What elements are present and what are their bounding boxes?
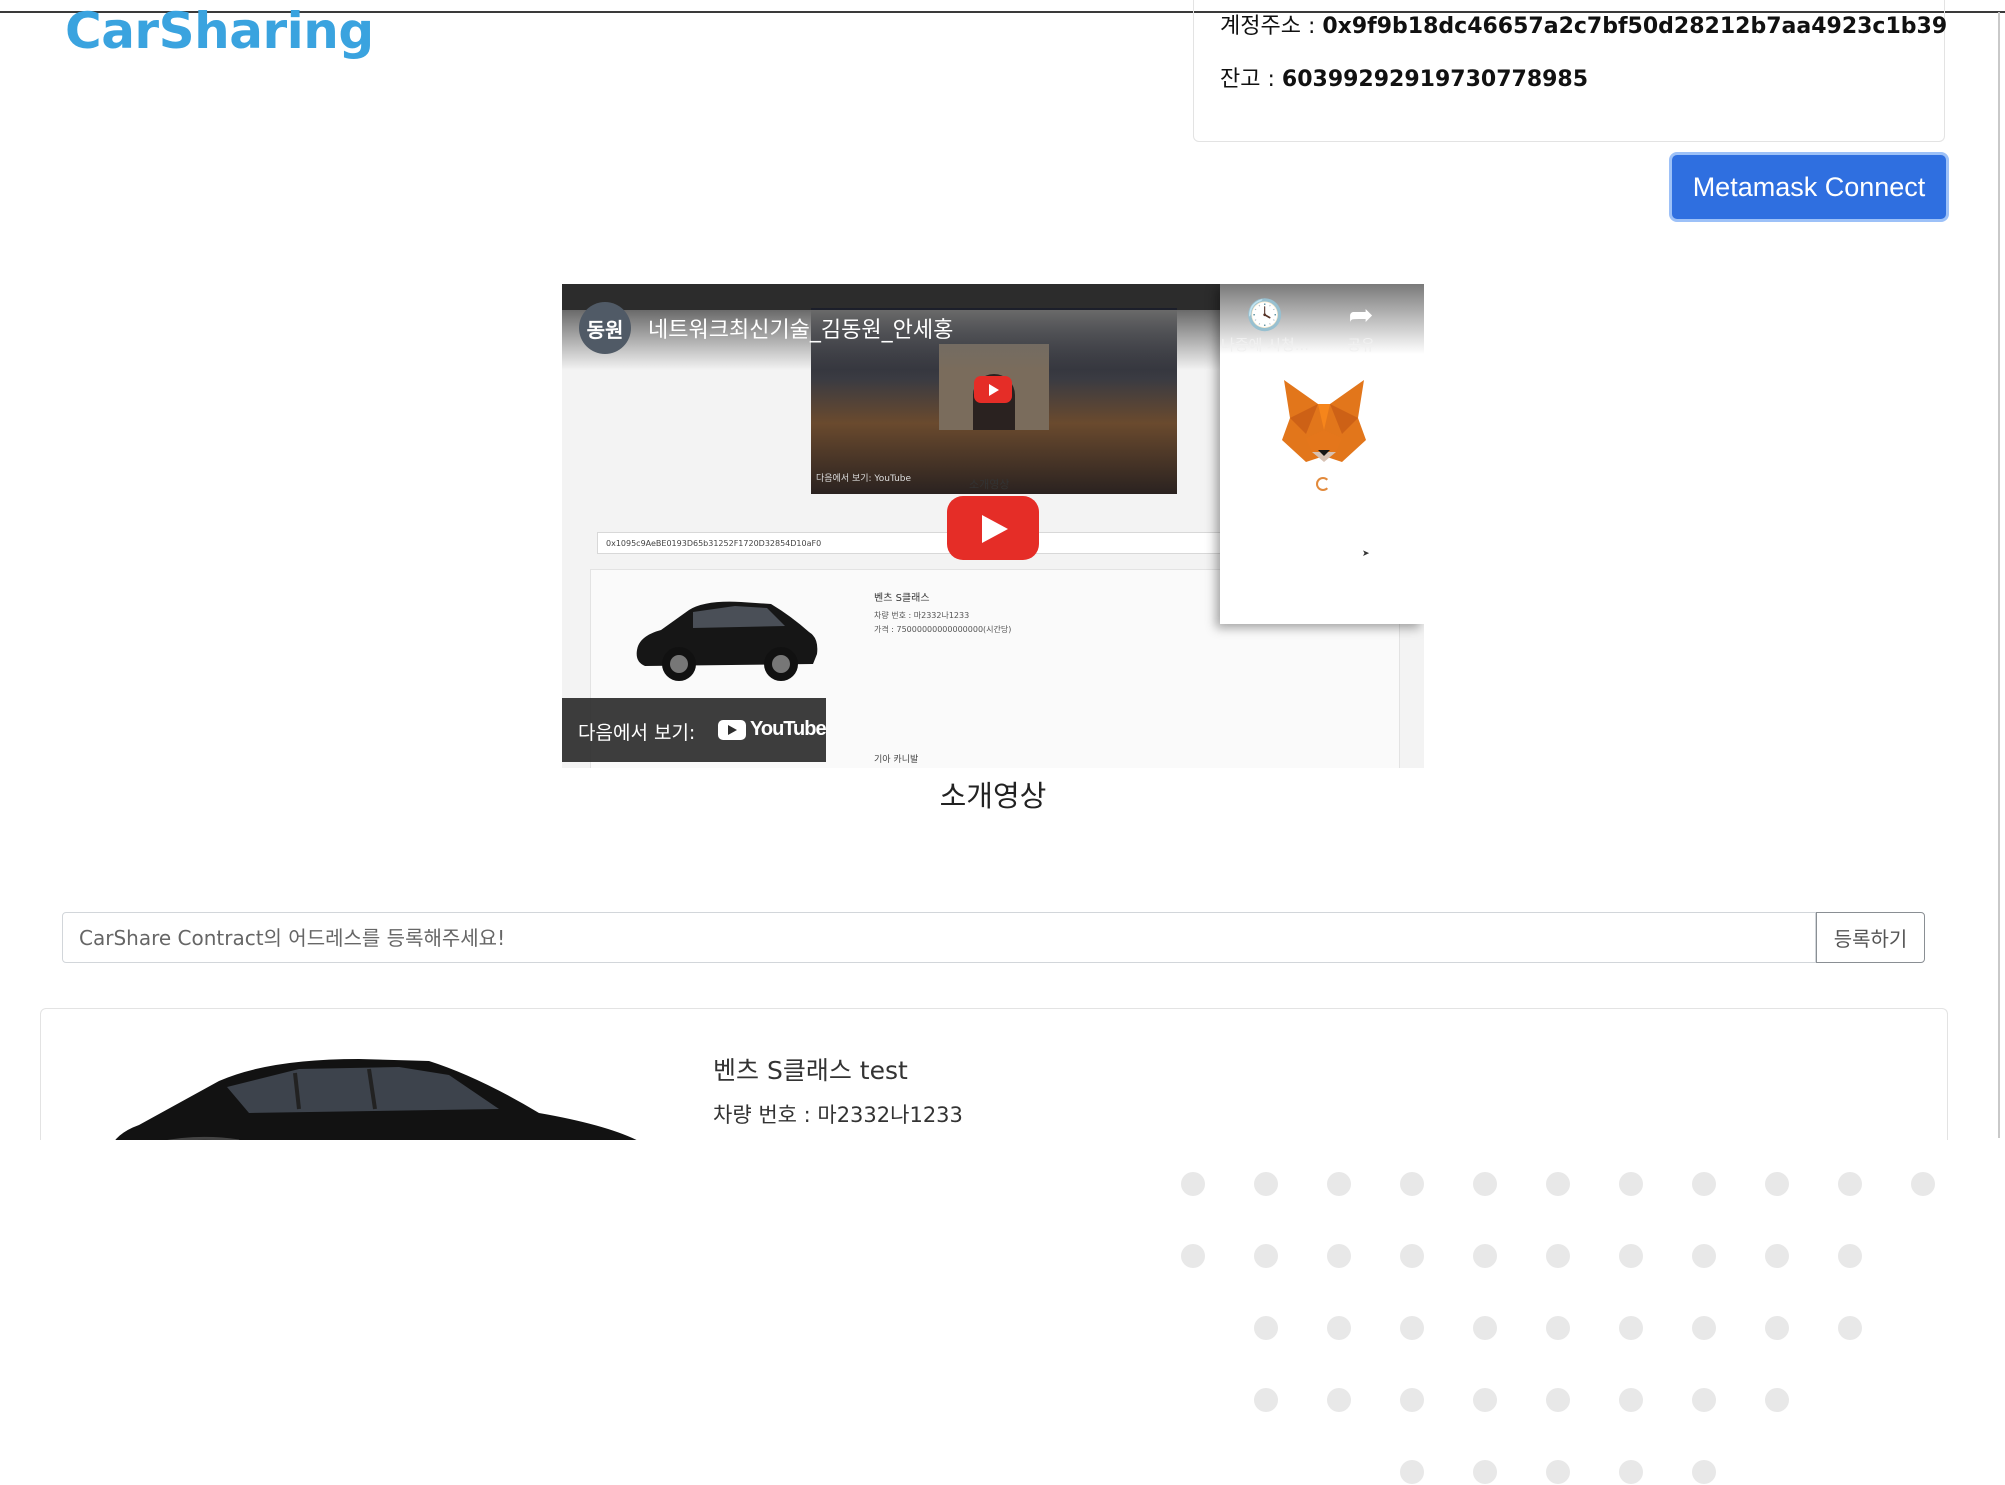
account-address-value: 0x9f9b18dc46657a2c7bf50d28212b7aa4923c1b… bbox=[1322, 14, 1948, 39]
inner-play-icon bbox=[974, 376, 1012, 403]
play-button[interactable] bbox=[947, 496, 1039, 560]
clock-icon: 🕓 bbox=[1246, 298, 1284, 333]
loading-spinner-icon bbox=[1316, 477, 1330, 491]
youtube-icon bbox=[718, 720, 746, 740]
car-card: 벤츠 S클래스 test 차량 번호 : 마2332나1233 bbox=[40, 1008, 1948, 1142]
car-plate: 차량 번호 : 마2332나1233 bbox=[713, 1103, 963, 1127]
watch-on-youtube-button[interactable]: 다음에서 보기: YouTube bbox=[562, 698, 827, 762]
share-label: 공유 bbox=[1347, 336, 1375, 354]
share-icon: ➦ bbox=[1348, 298, 1374, 333]
watch-later-control[interactable]: 🕓 나중에 시청... bbox=[1220, 298, 1310, 355]
metamask-popup: 🕓 나중에 시청... ➦ 공유 bbox=[1220, 284, 1424, 624]
account-balance: 잔고 : 60399292919730778985 bbox=[1220, 61, 1588, 93]
watch-later-label: 나중에 시청... bbox=[1220, 336, 1310, 354]
register-button[interactable]: 등록하기 bbox=[1816, 912, 1925, 963]
account-card: 계정주소 : 0x9f9b18dc46657a2c7bf50d28212b7aa… bbox=[1193, 0, 1947, 142]
account-balance-value: 60399292919730778985 bbox=[1281, 67, 1589, 92]
inner-car-plate: 차량 번호 : 마2332나1233 bbox=[874, 611, 970, 620]
video-caption: 소개영상 bbox=[939, 779, 1047, 813]
screenshot-cutoff-area bbox=[0, 1140, 2005, 1485]
inner-caption: 소개영상 bbox=[969, 478, 1010, 491]
inner-car-price: 가격 : 75000000000000000(시간당) bbox=[874, 625, 1012, 634]
inner-car-image bbox=[636, 601, 818, 681]
car-image bbox=[113, 1059, 641, 1142]
account-balance-label: 잔고 : bbox=[1220, 67, 1282, 92]
youtube-label: YouTube bbox=[750, 718, 827, 740]
video-title[interactable]: 네트워크최신기술_김동원_안세홍 bbox=[648, 312, 953, 344]
car-title: 벤츠 S클래스 test bbox=[713, 1056, 908, 1085]
logo[interactable]: CarSharing bbox=[65, 2, 374, 60]
inner-car2-title: 기아 카니발 bbox=[874, 755, 919, 765]
right-border bbox=[1998, 12, 2000, 1138]
account-address-label: 계정주소 : bbox=[1220, 14, 1323, 39]
watch-on-label: 다음에서 보기: bbox=[578, 722, 696, 744]
contract-address-input[interactable] bbox=[62, 912, 1816, 963]
inner-thumb-label: 다음에서 보기: YouTube bbox=[816, 474, 912, 484]
video-player[interactable]: 다음에서 보기: YouTube 소개영상 0x1095c9AeBE0193D6… bbox=[562, 284, 1424, 768]
metamask-fox-icon bbox=[1282, 380, 1366, 462]
metamask-connect-button[interactable]: Metamask Connect bbox=[1669, 152, 1949, 222]
account-address: 계정주소 : 0x9f9b18dc46657a2c7bf50d28212b7aa… bbox=[1220, 8, 1947, 40]
inner-car-title: 벤츠 S클래스 bbox=[874, 593, 930, 604]
mouse-cursor-icon: ➤ bbox=[1362, 549, 1370, 559]
share-control[interactable]: ➦ 공유 bbox=[1316, 298, 1406, 355]
channel-avatar[interactable]: 동원 bbox=[579, 302, 631, 354]
